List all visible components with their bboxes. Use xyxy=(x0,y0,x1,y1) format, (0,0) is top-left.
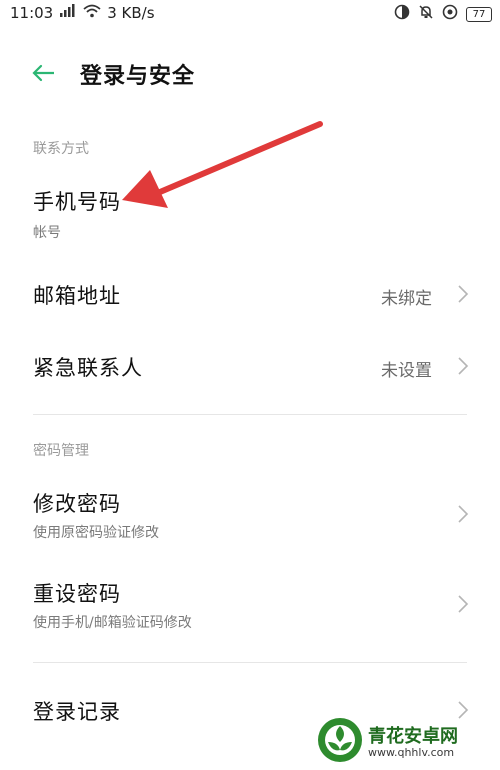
data-saver-icon xyxy=(394,4,410,24)
emergency-contact-label: 紧急联系人 xyxy=(33,356,143,380)
at-icon xyxy=(442,4,458,24)
change-password-label: 修改密码 xyxy=(33,492,121,516)
phone-number-sub: 帐号 xyxy=(33,225,61,241)
status-right: 77 xyxy=(394,4,492,24)
reset-password-sub: 使用手机/邮箱验证码修改 xyxy=(33,615,192,631)
change-password-item[interactable]: 修改密码 使用原密码验证修改 xyxy=(0,482,500,550)
watermark-url: www.qhhlv.com xyxy=(368,746,455,759)
status-time: 11:03 xyxy=(10,4,54,22)
back-button[interactable] xyxy=(28,58,60,88)
arrow-left-icon xyxy=(28,64,60,92)
phone-number-label: 手机号码 xyxy=(33,190,121,214)
emergency-contact-value: 未设置 xyxy=(381,361,432,381)
emergency-contact-item[interactable]: 紧急联系人 未设置 xyxy=(0,344,500,390)
chevron-right-icon xyxy=(456,284,470,304)
signal-icon xyxy=(59,4,77,22)
wifi-icon xyxy=(83,4,101,22)
change-password-sub: 使用原密码验证修改 xyxy=(33,525,159,541)
section-title-password: 密码管理 xyxy=(33,443,89,459)
chevron-right-icon xyxy=(456,356,470,376)
section-divider xyxy=(33,662,467,663)
status-left: 11:03 3 KB/s xyxy=(10,4,155,22)
watermark-logo-icon xyxy=(316,716,364,768)
page-title: 登录与安全 xyxy=(80,64,196,89)
phone-number-item[interactable]: 手机号码 帐号 xyxy=(0,180,500,250)
section-divider xyxy=(33,414,467,415)
chevron-right-icon xyxy=(456,504,470,524)
chevron-right-icon xyxy=(456,594,470,614)
watermark-text: 青花安卓网 xyxy=(368,726,458,747)
network-speed: 3 KB/s xyxy=(107,4,155,22)
login-history-label: 登录记录 xyxy=(33,700,121,724)
watermark: 青花安卓网 www.qhhlv.com xyxy=(300,712,500,770)
email-address-value: 未绑定 xyxy=(381,289,432,309)
reset-password-item[interactable]: 重设密码 使用手机/邮箱验证码修改 xyxy=(0,572,500,640)
reset-password-label: 重设密码 xyxy=(33,582,121,606)
battery-icon: 77 xyxy=(466,6,492,22)
email-address-label: 邮箱地址 xyxy=(33,284,121,308)
bell-off-icon xyxy=(418,4,434,24)
status-bar: 11:03 3 KB/s 77 xyxy=(0,0,500,26)
section-title-contact: 联系方式 xyxy=(33,141,89,157)
email-address-item[interactable]: 邮箱地址 未绑定 xyxy=(0,272,500,318)
app-header: 登录与安全 xyxy=(0,50,500,96)
